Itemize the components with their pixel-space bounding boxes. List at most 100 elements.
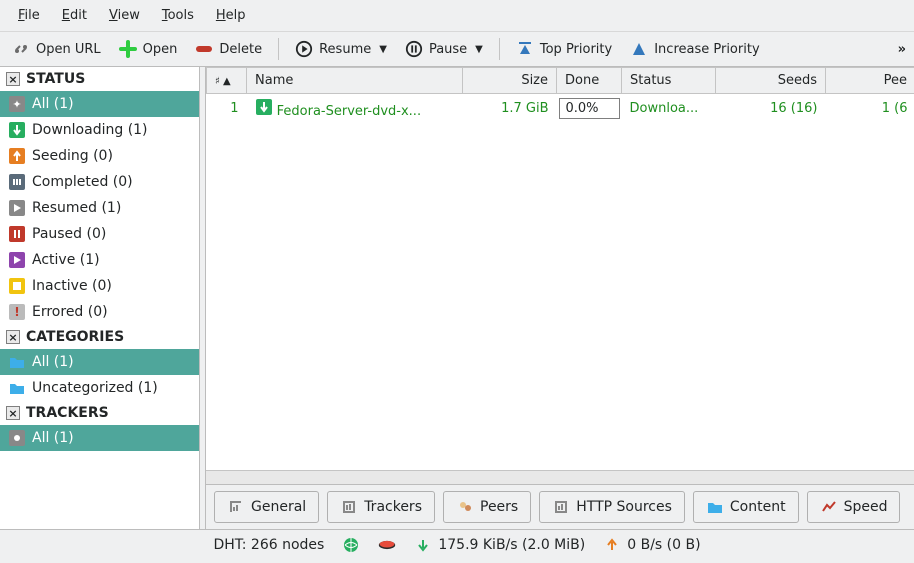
disk-icon — [378, 536, 396, 554]
open-url-label: Open URL — [36, 42, 101, 57]
plus-icon — [119, 40, 137, 58]
toolbar: Open URL Open Delete Resume ▼ Pause▼ Top … — [0, 32, 914, 67]
status-dht[interactable]: DHT: 266 nodes — [213, 537, 324, 553]
download-icon — [8, 121, 26, 139]
sidebar-group-header[interactable]: × STATUS — [0, 67, 199, 91]
top-priority-icon — [516, 40, 534, 58]
menu-file[interactable]: File — [8, 4, 50, 27]
column-header[interactable]: Name — [247, 68, 463, 94]
cell-done: 0.0% — [557, 94, 622, 124]
collapse-icon[interactable]: × — [6, 406, 20, 420]
group-title: TRACKERS — [26, 405, 109, 421]
sidebar-item[interactable]: Completed (0) — [0, 169, 199, 195]
tab-http-sources[interactable]: HTTP Sources — [539, 491, 685, 523]
resume-label: Resume — [319, 42, 371, 57]
group-title: STATUS — [26, 71, 85, 87]
sidebar-group-header[interactable]: × TRACKERS — [0, 401, 199, 425]
dht-text: DHT: 266 nodes — [213, 537, 324, 553]
table-row[interactable]: 1 Fedora-Server-dvd-x...1.7 GiB0.0%Downl… — [207, 94, 914, 124]
tab-trackers[interactable]: Trackers — [327, 491, 435, 523]
pause-button[interactable]: Pause▼ — [401, 38, 487, 60]
svg-text:✦: ✦ — [12, 98, 21, 111]
sidebar-item-label: All (1) — [32, 96, 74, 112]
sidebar-item[interactable]: Paused (0) — [0, 221, 199, 247]
menu-tools[interactable]: Tools — [152, 4, 204, 27]
collapse-icon[interactable]: × — [6, 330, 20, 344]
cell-status: Downloa... — [622, 94, 716, 124]
sidebar-item[interactable]: All (1) — [0, 425, 199, 451]
sidebar-item-label: Active (1) — [32, 252, 100, 268]
resume-button[interactable]: Resume ▼ — [291, 38, 391, 60]
top-priority-button[interactable]: Top Priority — [512, 38, 616, 60]
sidebar-item[interactable]: Inactive (0) — [0, 273, 199, 299]
horizontal-scrollbar[interactable] — [206, 470, 914, 484]
sidebar-item-label: Errored (0) — [32, 304, 108, 320]
tab-peers[interactable]: Peers — [443, 491, 531, 523]
column-header[interactable]: Pee — [826, 68, 914, 94]
menu-help[interactable]: Help — [206, 4, 256, 27]
sidebar-item[interactable]: Seeding (0) — [0, 143, 199, 169]
tab-speed[interactable]: Speed — [807, 491, 901, 523]
sidebar-item[interactable]: ✦ All (1) — [0, 91, 199, 117]
pause-icon — [405, 40, 423, 58]
sidebar-item-label: All (1) — [32, 430, 74, 446]
tab-label: HTTP Sources — [576, 499, 672, 515]
chevron-down-icon[interactable]: ▼ — [379, 44, 387, 55]
column-header[interactable]: ♯ ▲ — [207, 68, 247, 94]
column-header[interactable]: Seeds — [716, 68, 826, 94]
torrent-table: ♯ ▲NameSizeDoneStatusSeedsPee 1 Fedora-S… — [206, 67, 914, 123]
sidebar-item[interactable]: Downloading (1) — [0, 117, 199, 143]
sidebar-item[interactable]: Uncategorized (1) — [0, 375, 199, 401]
delete-label: Delete — [219, 42, 262, 57]
sidebar-item-label: All (1) — [32, 354, 74, 370]
tab-content[interactable]: Content — [693, 491, 799, 523]
sidebar-group-header[interactable]: ×CATEGORIES — [0, 325, 199, 349]
tab-label: Trackers — [364, 499, 422, 515]
menubar: File Edit View Tools Help — [0, 0, 914, 32]
sidebar-item-label: Inactive (0) — [32, 278, 112, 294]
main-area: × STATUS ✦ All (1) Downloading (1)Seeding (0… — [0, 67, 914, 529]
status-download-speed[interactable]: 175.9 KiB/s (2.0 MiB) — [414, 536, 585, 554]
status-upload-speed[interactable]: 0 B/s (0 B) — [603, 536, 700, 554]
menu-view[interactable]: View — [99, 4, 150, 27]
seed-icon — [8, 147, 26, 165]
sidebar-item[interactable]: Resumed (1) — [0, 195, 199, 221]
tab-general[interactable]: General — [214, 491, 319, 523]
active-icon — [8, 251, 26, 269]
tab-icon — [456, 498, 474, 516]
column-header[interactable]: Size — [463, 68, 557, 94]
svg-text:!: ! — [14, 305, 19, 319]
progress-box: 0.0% — [559, 98, 620, 119]
toolbar-overflow[interactable]: » — [898, 42, 906, 57]
open-button[interactable]: Open — [115, 38, 182, 60]
sidebar-item[interactable]: All (1) — [0, 349, 199, 375]
column-header[interactable]: Status — [622, 68, 716, 94]
sidebar-item[interactable]: Active (1) — [0, 247, 199, 273]
open-url-button[interactable]: Open URL — [8, 38, 105, 60]
cell-name: Fedora-Server-dvd-x... — [247, 94, 463, 124]
play-icon — [295, 40, 313, 58]
collapse-icon[interactable]: × — [6, 72, 20, 86]
sidebar-item-label: Resumed (1) — [32, 200, 121, 216]
down-arrow-icon — [414, 536, 432, 554]
status-disk[interactable] — [378, 536, 396, 554]
resume-icon — [8, 199, 26, 217]
toolbar-separator — [499, 38, 500, 60]
chevron-down-icon[interactable]: ▼ — [475, 44, 483, 55]
top-priority-label: Top Priority — [540, 42, 612, 57]
cell-num: 1 — [207, 94, 247, 124]
delete-button[interactable]: Delete — [191, 38, 266, 60]
cell-peers: 1 (6 — [826, 94, 914, 124]
download-speed-text: 175.9 KiB/s (2.0 MiB) — [438, 537, 585, 553]
cell-size: 1.7 GiB — [463, 94, 557, 124]
all-icon: ✦ — [8, 95, 26, 113]
column-header[interactable]: Done — [557, 68, 622, 94]
tab-label: General — [251, 499, 306, 515]
sidebar-item-label: Uncategorized (1) — [32, 380, 158, 396]
sidebar-item[interactable]: ! Errored (0) — [0, 299, 199, 325]
sidebar: × STATUS ✦ All (1) Downloading (1)Seeding (0… — [0, 67, 200, 529]
status-globe[interactable] — [342, 536, 360, 554]
tab-label: Speed — [844, 499, 888, 515]
menu-edit[interactable]: Edit — [52, 4, 97, 27]
increase-priority-button[interactable]: Increase Priority — [626, 38, 763, 60]
